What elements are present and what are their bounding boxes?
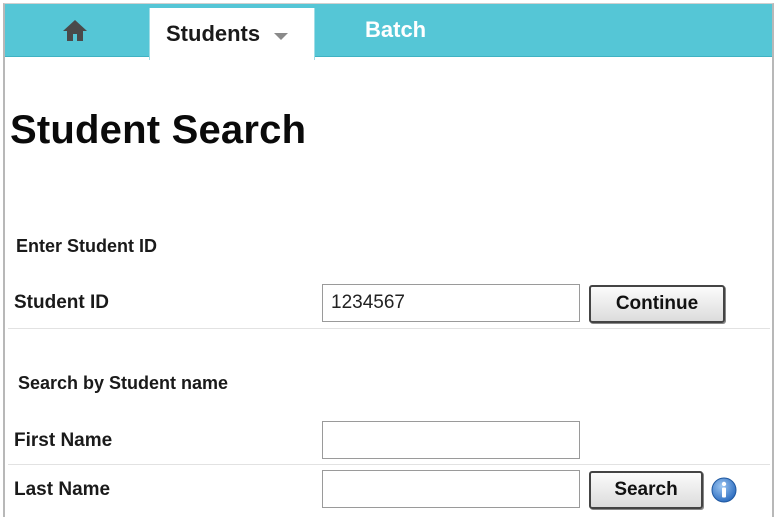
last-name-input[interactable] [322,470,580,508]
first-name-input[interactable] [322,421,580,459]
section-divider [8,328,770,329]
search-button[interactable]: Search [589,471,703,509]
top-nav-bar: Students Batch [5,4,772,60]
nav-tab-students-label: Students [166,21,261,46]
home-icon [63,20,87,41]
first-name-label: First Name [14,430,113,451]
nav-tab-home[interactable] [5,4,145,56]
info-icon[interactable] [710,476,738,504]
nav-tab-batch[interactable]: Batch [365,4,426,56]
student-id-input[interactable] [322,284,580,322]
row-divider [8,464,770,465]
last-name-label: Last Name [14,479,111,500]
nav-tab-batch-label: Batch [365,17,427,42]
nav-tab-students[interactable]: Students [149,8,315,60]
enter-student-id-heading: Enter Student ID [16,236,158,256]
search-by-name-heading: Search by Student name [18,373,229,393]
student-id-label: Student ID [14,292,109,313]
continue-button[interactable]: Continue [589,285,725,323]
page-title: Student Search [10,108,307,152]
chevron-down-icon[interactable] [274,32,289,40]
